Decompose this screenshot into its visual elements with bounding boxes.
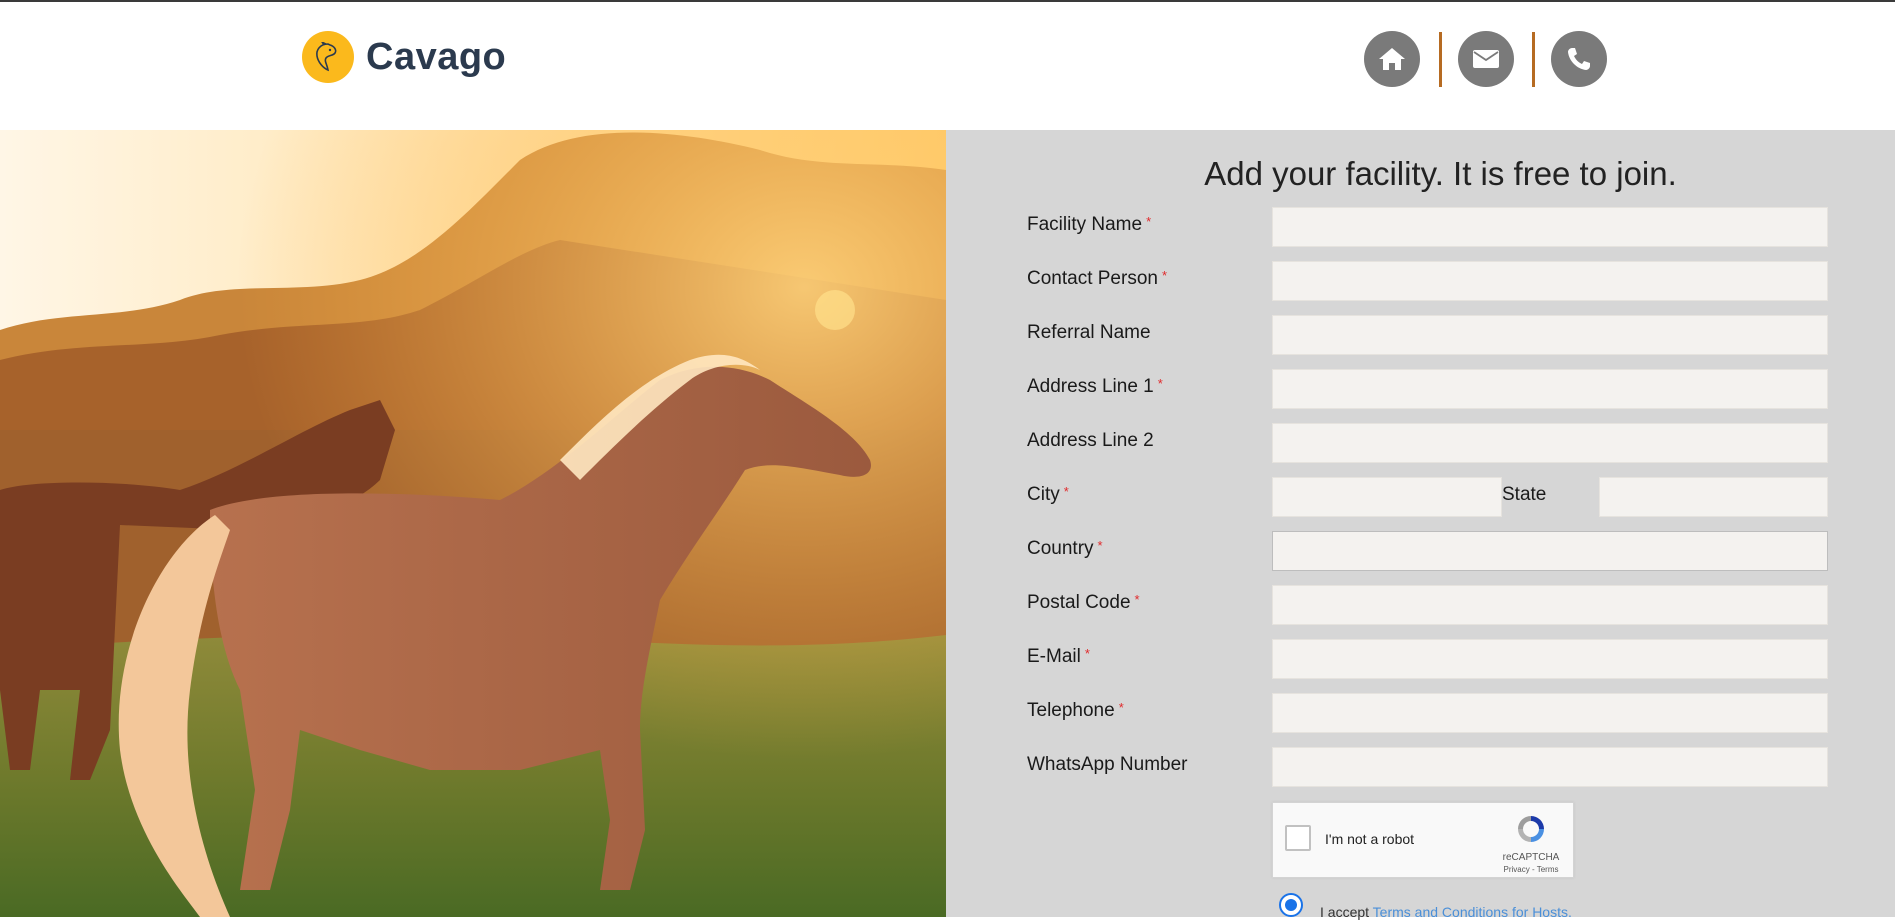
label-whatsapp: WhatsApp Number bbox=[1027, 754, 1188, 775]
brand-logo[interactable]: Cavago bbox=[302, 31, 506, 83]
header-divider bbox=[1439, 32, 1442, 87]
brand-name: Cavago bbox=[366, 35, 507, 78]
label-facility-name: Facility Name * bbox=[1027, 214, 1152, 235]
logo-mark-icon bbox=[302, 31, 354, 83]
label-country: Country * bbox=[1027, 538, 1103, 559]
label-address-line-1: Address Line 1 * bbox=[1027, 376, 1163, 397]
hero-image-horses bbox=[0, 130, 946, 917]
referral-name-input[interactable] bbox=[1272, 315, 1828, 355]
phone-button[interactable] bbox=[1551, 31, 1607, 87]
mail-icon bbox=[1473, 50, 1499, 68]
accept-terms-radio[interactable] bbox=[1279, 893, 1303, 917]
telephone-input[interactable] bbox=[1272, 693, 1828, 733]
city-input[interactable] bbox=[1272, 477, 1502, 517]
email-button[interactable] bbox=[1458, 31, 1514, 87]
country-select[interactable] bbox=[1272, 531, 1828, 571]
label-telephone: Telephone * bbox=[1027, 700, 1124, 721]
label-state: State bbox=[1502, 484, 1547, 505]
recaptcha-label: I'm not a robot bbox=[1325, 831, 1415, 847]
label-referral-name: Referral Name bbox=[1027, 322, 1151, 343]
phone-icon bbox=[1568, 48, 1590, 70]
recaptcha-icon bbox=[1518, 816, 1544, 842]
whatsapp-input[interactable] bbox=[1272, 747, 1828, 787]
home-button[interactable] bbox=[1364, 31, 1420, 87]
label-contact-person: Contact Person * bbox=[1027, 268, 1168, 289]
contact-person-input[interactable] bbox=[1272, 261, 1828, 301]
top-border bbox=[0, 0, 1895, 2]
label-address-line-2: Address Line 2 bbox=[1027, 430, 1154, 451]
facility-name-input[interactable] bbox=[1272, 207, 1828, 247]
recaptcha-widget: I'm not a robot reCAPTCHA Privacy - Term… bbox=[1272, 802, 1574, 878]
terms-text: I accept Terms and Conditions for Hosts. bbox=[1320, 904, 1572, 920]
address-line-1-input[interactable] bbox=[1272, 369, 1828, 409]
postal-code-input[interactable] bbox=[1272, 585, 1828, 625]
address-line-2-input[interactable] bbox=[1272, 423, 1828, 463]
recaptcha-logo: reCAPTCHA Privacy - Terms bbox=[1501, 813, 1561, 874]
header-divider bbox=[1532, 32, 1535, 87]
state-input[interactable] bbox=[1599, 477, 1828, 517]
form-title: Add your facility. It is free to join. bbox=[1204, 155, 1677, 192]
home-icon bbox=[1379, 48, 1405, 70]
label-postal-code: Postal Code * bbox=[1027, 592, 1140, 613]
recaptcha-checkbox[interactable] bbox=[1285, 825, 1311, 851]
recaptcha-brand: reCAPTCHA bbox=[1502, 852, 1560, 863]
signup-form-panel: Add your facility. It is free to join. F… bbox=[946, 130, 1895, 920]
label-email: E-Mail * bbox=[1027, 646, 1090, 667]
email-input[interactable] bbox=[1272, 639, 1828, 679]
recaptcha-links[interactable]: Privacy - Terms bbox=[1501, 865, 1561, 874]
label-city: City * bbox=[1027, 484, 1069, 505]
terms-link[interactable]: Terms and Conditions for Hosts. bbox=[1373, 904, 1572, 920]
